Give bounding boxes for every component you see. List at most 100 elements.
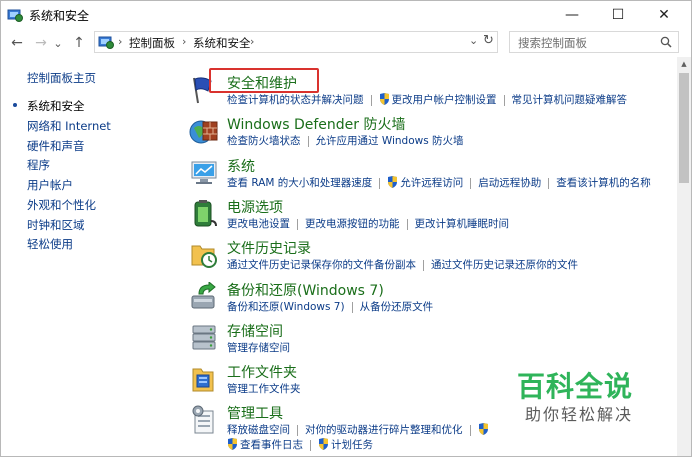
link-view-ram[interactable]: 查看 RAM 的大小和处理器速度 [227, 175, 372, 190]
current-item-indicator [13, 103, 17, 107]
title-bar: 系统和安全 — ☐ ✕ [1, 1, 691, 29]
link-divider [297, 218, 298, 230]
link-restore-files[interactable]: 通过文件历史记录还原你的文件 [431, 257, 578, 272]
tools-icon [192, 405, 214, 434]
search-input[interactable]: 搜索控制面板 [518, 35, 587, 51]
breadcrumb-separator: › [250, 35, 255, 48]
link-save-backup[interactable]: 通过文件历史记录保存你的文件备份副本 [227, 257, 416, 272]
link-divider [423, 259, 424, 271]
link-divider [351, 301, 353, 313]
link-divider [379, 177, 381, 189]
address-toolbar: ← → ⌄ ↑ › 控制面板 › 系统和安全 › ⌄ ↻ 搜索控制面板 [1, 29, 691, 57]
link-manage-work-folders[interactable]: 管理工作文件夹 [227, 381, 301, 396]
link-backup-restore-win7[interactable]: 备份和还原(Windows 7) [227, 299, 345, 314]
window-title: 系统和安全 [29, 9, 90, 23]
sidebar-item-programs[interactable]: 程序 [27, 157, 50, 173]
close-button[interactable]: ✕ [641, 1, 687, 29]
link-uac-settings[interactable]: 更改用户帐户控制设置 [392, 92, 497, 107]
category-links: 检查防火墙状态 允许应用通过 Windows 防火墙 [227, 133, 464, 148]
sidebar-item-system-security[interactable]: 系统和安全 [27, 98, 85, 114]
category-title-work-folders[interactable]: 工作文件夹 [227, 362, 297, 382]
category-links: 查看 RAM 的大小和处理器速度 允许远程访问 启动远程协助 查看该计算机的名称 [227, 175, 651, 190]
link-defragment[interactable]: 对你的驱动器进行碎片整理和优化 [305, 422, 463, 437]
breadcrumb-separator: › [182, 35, 187, 48]
link-divider [469, 424, 471, 436]
category-links: 检查计算机的状态并解决问题 更改用户帐户控制设置 常见计算机问题疑难解答 [227, 92, 627, 107]
up-button[interactable]: ↑ [69, 33, 89, 53]
breadcrumb-system-security[interactable]: 系统和安全 [193, 35, 251, 51]
category-links: 管理工作文件夹 [227, 381, 301, 396]
file-history-icon [191, 245, 217, 268]
scrollbar-thumb[interactable] [679, 73, 689, 183]
computer-icon [191, 161, 217, 184]
firewall-icon [189, 120, 218, 144]
watermark-sub-text: 助你轻松解决 [525, 405, 634, 424]
link-manage-storage[interactable]: 管理存储空间 [227, 340, 290, 355]
scroll-up-arrow-icon[interactable]: ▲ [677, 57, 691, 71]
search-icon[interactable] [660, 36, 672, 48]
link-firewall-status[interactable]: 检查防火墙状态 [227, 133, 301, 148]
recent-locations-button[interactable]: ⌄ [51, 33, 65, 53]
uac-shield-icon [319, 438, 328, 450]
control-panel-window: 系统和安全 — ☐ ✕ ← → ⌄ ↑ › 控制面板 › 系统和安全 › ⌄ ↻… [0, 0, 692, 457]
link-troubleshoot[interactable]: 常见计算机问题疑难解答 [512, 92, 628, 107]
link-divider [370, 94, 372, 106]
uac-shield-icon [379, 93, 389, 105]
maximize-button[interactable]: ☐ [595, 1, 641, 29]
category-links: 通过文件历史记录保存你的文件备份副本 通过文件历史记录还原你的文件 [227, 257, 578, 272]
sidebar-item-control-panel-home[interactable]: 控制面板主页 [27, 70, 96, 86]
breadcrumb-control-panel[interactable]: 控制面板 [129, 35, 175, 51]
uac-shield-icon [228, 438, 237, 450]
link-power-button[interactable]: 更改电源按钮的功能 [305, 216, 400, 231]
watermark-main-text: 百科全说 [517, 370, 634, 403]
sidebar-item-ease-of-access[interactable]: 轻松使用 [27, 236, 73, 252]
link-divider [406, 218, 408, 230]
forward-button[interactable]: → [31, 33, 51, 53]
storage-icon [192, 325, 216, 350]
link-allow-app[interactable]: 允许应用通过 Windows 防火墙 [316, 133, 464, 148]
link-sleep-time[interactable]: 更改计算机睡眠时间 [415, 216, 510, 231]
link-check-status[interactable]: 检查计算机的状态并解决问题 [227, 92, 364, 107]
vertical-scrollbar[interactable]: ▲ [677, 57, 691, 456]
search-box[interactable]: 搜索控制面板 [509, 31, 679, 53]
uac-shield-icon [478, 423, 488, 435]
sidebar-item-network-internet[interactable]: 网络和 Internet [27, 118, 111, 134]
sidebar-item-appearance[interactable]: 外观和个性化 [27, 197, 96, 213]
sidebar-item-hardware-sound[interactable]: 硬件和声音 [27, 138, 85, 154]
category-links: 更改电池设置 更改电源按钮的功能 更改计算机睡眠时间 [227, 216, 509, 231]
back-button[interactable]: ← [7, 33, 27, 53]
control-panel-icon [98, 36, 114, 49]
link-divider [307, 135, 309, 147]
link-computer-name[interactable]: 查看该计算机的名称 [556, 175, 651, 190]
category-title-system[interactable]: 系统 [227, 156, 255, 176]
address-field[interactable]: › 控制面板 › 系统和安全 › ⌄ ↻ [94, 31, 498, 53]
address-dropdown-button[interactable]: ⌄ [469, 34, 478, 47]
category-title-storage-spaces[interactable]: 存储空间 [227, 321, 283, 341]
link-divider [503, 94, 505, 106]
category-title-power-options[interactable]: 电源选项 [227, 197, 283, 217]
category-title-admin-tools[interactable]: 管理工具 [227, 403, 283, 423]
category-links: 释放磁盘空间 对你的驱动器进行碎片整理和优化 [227, 422, 491, 437]
folder-icon [192, 368, 214, 392]
sidebar: 控制面板主页 系统和安全 网络和 Internet 硬件和声音 程序 用户帐户 … [1, 57, 179, 456]
breadcrumb-separator: › [118, 35, 123, 48]
watermark-logo: 百科全说 助你轻松解决 [517, 365, 647, 425]
category-title-backup-restore[interactable]: 备份和还原(Windows 7) [227, 280, 384, 300]
link-divider [548, 177, 550, 189]
minimize-button[interactable]: — [549, 1, 595, 29]
category-title-file-history[interactable]: 文件历史记录 [227, 238, 311, 258]
sidebar-item-clock-region[interactable]: 时钟和区域 [27, 217, 85, 233]
link-event-log[interactable]: 查看事件日志 [240, 437, 303, 452]
link-battery-settings[interactable]: 更改电池设置 [227, 216, 290, 231]
refresh-button[interactable]: ↻ [483, 33, 494, 48]
link-remote-assistance[interactable]: 启动远程协助 [478, 175, 541, 190]
category-links: 管理存储空间 [227, 340, 290, 355]
link-remote-access[interactable]: 允许远程访问 [400, 175, 463, 190]
link-divider [470, 177, 472, 189]
link-scheduled-tasks[interactable]: 计划任务 [331, 437, 373, 452]
category-title-firewall[interactable]: Windows Defender 防火墙 [227, 114, 405, 134]
link-free-disk-space[interactable]: 释放磁盘空间 [227, 422, 290, 437]
link-restore-from-backup[interactable]: 从备份还原文件 [360, 299, 434, 314]
uac-shield-icon [388, 176, 398, 188]
sidebar-item-user-accounts[interactable]: 用户帐户 [27, 177, 73, 193]
